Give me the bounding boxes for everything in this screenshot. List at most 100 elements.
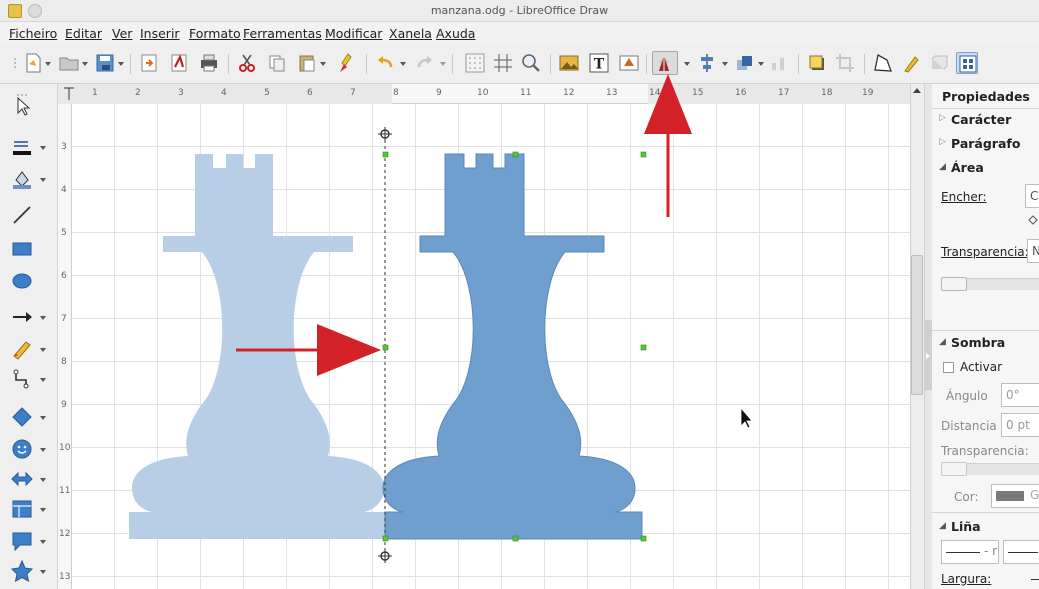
section-area[interactable]: Área [951,160,984,175]
menu-modificar[interactable]: Modificar [325,26,382,41]
new-dropdown-icon[interactable] [45,61,51,67]
arrange-icon[interactable] [734,52,756,74]
clone-format-icon[interactable] [336,52,358,74]
arrange-dropdown-icon[interactable] [758,61,764,67]
glue-icon[interactable] [900,52,922,74]
extrusion-icon[interactable] [928,52,950,74]
selection-handle[interactable] [640,344,647,351]
line-style-select[interactable]: - r [941,540,999,564]
flowchart-dropdown-icon[interactable] [40,507,46,513]
toolbox-grip[interactable] [10,84,34,96]
redo-icon[interactable] [414,52,436,74]
open-dropdown-icon[interactable] [82,61,88,67]
shadow-angle-field[interactable]: 0° [1001,383,1039,407]
ellipse-icon[interactable] [10,270,34,292]
section-sombra[interactable]: Sombra [951,335,1005,350]
pdf-icon[interactable] [168,52,190,74]
shadow-distance-field[interactable]: 0 pt [1001,413,1039,437]
save-dropdown-icon[interactable] [118,61,124,67]
redo-dropdown-icon[interactable] [440,61,446,67]
section-lina[interactable]: Liña [951,519,981,534]
distribute-icon[interactable] [768,52,790,74]
vertical-scroll-thumb[interactable] [911,255,923,395]
text-icon[interactable]: T [588,52,610,74]
sidebar-icon[interactable] [956,52,978,74]
paste-icon[interactable] [296,52,318,74]
undo-icon[interactable] [374,52,396,74]
menu-ficheiro[interactable]: Ficheiro [9,26,57,41]
section-caracter[interactable]: Carácter [951,112,1011,127]
menu-axuda[interactable]: Axuda [436,26,475,41]
arrow-line-dropdown-icon[interactable] [40,315,46,321]
menu-inserir[interactable]: Inserir [140,26,180,41]
fill-select[interactable]: C [1025,184,1039,208]
menu-ver[interactable]: Ver [112,26,132,41]
section-paragrafo[interactable]: Parágrafo [951,136,1020,151]
flowchart-icon[interactable] [10,498,34,520]
smiley-dropdown-icon[interactable] [40,447,46,453]
connector-icon[interactable] [10,368,34,390]
expand-arrow-icon[interactable]: ▷ [939,113,946,123]
smiley-shape-icon[interactable] [10,438,34,460]
line-width-select[interactable] [1003,540,1039,564]
curve-dropdown-icon[interactable] [40,347,46,353]
area-transparency-select[interactable]: N [1027,239,1039,263]
line-color-dropdown-icon[interactable] [40,145,46,151]
collapse-arrow-icon[interactable]: ◢ [939,337,946,347]
sidebar-collapse-arrow-icon[interactable] [925,352,931,360]
horizontal-ruler[interactable]: 1 2 3 4 5 6 7 8 9 10 11 12 13 14 15 16 1… [58,84,910,104]
points-icon[interactable] [872,52,894,74]
fill-bucket-icon[interactable] [1027,214,1039,226]
scroll-up-arrow-icon[interactable] [912,84,922,98]
diamond-shape-icon[interactable] [10,406,34,428]
shadow-enable-checkbox[interactable] [943,362,954,373]
selection-handle[interactable] [382,535,389,542]
collapse-arrow-icon[interactable]: ◢ [939,162,946,172]
print-icon[interactable] [198,52,220,74]
callout-dropdown-icon[interactable] [40,539,46,545]
menu-ferramentas[interactable]: Ferramentas [243,26,322,41]
fill-color-dropdown-icon[interactable] [40,177,46,183]
zoom-icon[interactable] [520,52,542,74]
save-icon[interactable] [94,52,116,74]
helplines-icon[interactable] [492,52,514,74]
double-arrow-dropdown-icon[interactable] [40,477,46,483]
toolbar-grip[interactable] [4,52,16,74]
undo-dropdown-icon[interactable] [400,61,406,67]
image-icon[interactable] [558,52,580,74]
menu-editar[interactable]: Editar [65,26,102,41]
shadow-icon[interactable] [806,52,828,74]
line-color-icon[interactable] [10,136,34,158]
open-icon[interactable] [58,52,80,74]
cut-icon[interactable] [236,52,258,74]
diamond-dropdown-icon[interactable] [40,415,46,421]
callout-icon[interactable] [10,530,34,552]
connector-dropdown-icon[interactable] [40,377,46,383]
star-dropdown-icon[interactable] [40,569,46,575]
paste-dropdown-icon[interactable] [320,61,326,67]
selection-handle[interactable] [512,151,519,158]
curve-icon[interactable] [10,338,34,360]
vertical-ruler[interactable]: 3 4 5 6 7 8 9 10 11 12 13 [58,104,72,589]
new-icon[interactable] [22,52,44,74]
arrow-line-icon[interactable] [10,306,34,328]
collapse-arrow-icon[interactable]: ◢ [939,521,946,531]
menu-formato[interactable]: Formato [189,26,241,41]
fill-color-icon[interactable] [10,168,34,190]
transparency-slider-thumb[interactable] [941,277,967,291]
selection-handle[interactable] [382,344,389,351]
selection-handle[interactable] [512,535,519,542]
star-icon[interactable] [10,560,34,582]
double-arrow-shape-icon[interactable] [10,468,34,490]
drawing-canvas[interactable] [72,104,910,589]
shadow-color-select[interactable]: G [991,484,1039,508]
menu-xanela[interactable]: Xanela [389,26,432,41]
rectangle-icon[interactable] [10,238,34,260]
selection-handle[interactable] [640,535,647,542]
line-width-value[interactable] [1031,579,1039,580]
shadow-transparency-slider-thumb[interactable] [941,462,967,476]
export-pdf-icon[interactable] [138,52,160,74]
line-icon[interactable] [10,204,34,226]
crop-icon[interactable] [834,52,856,74]
selection-handle[interactable] [382,151,389,158]
